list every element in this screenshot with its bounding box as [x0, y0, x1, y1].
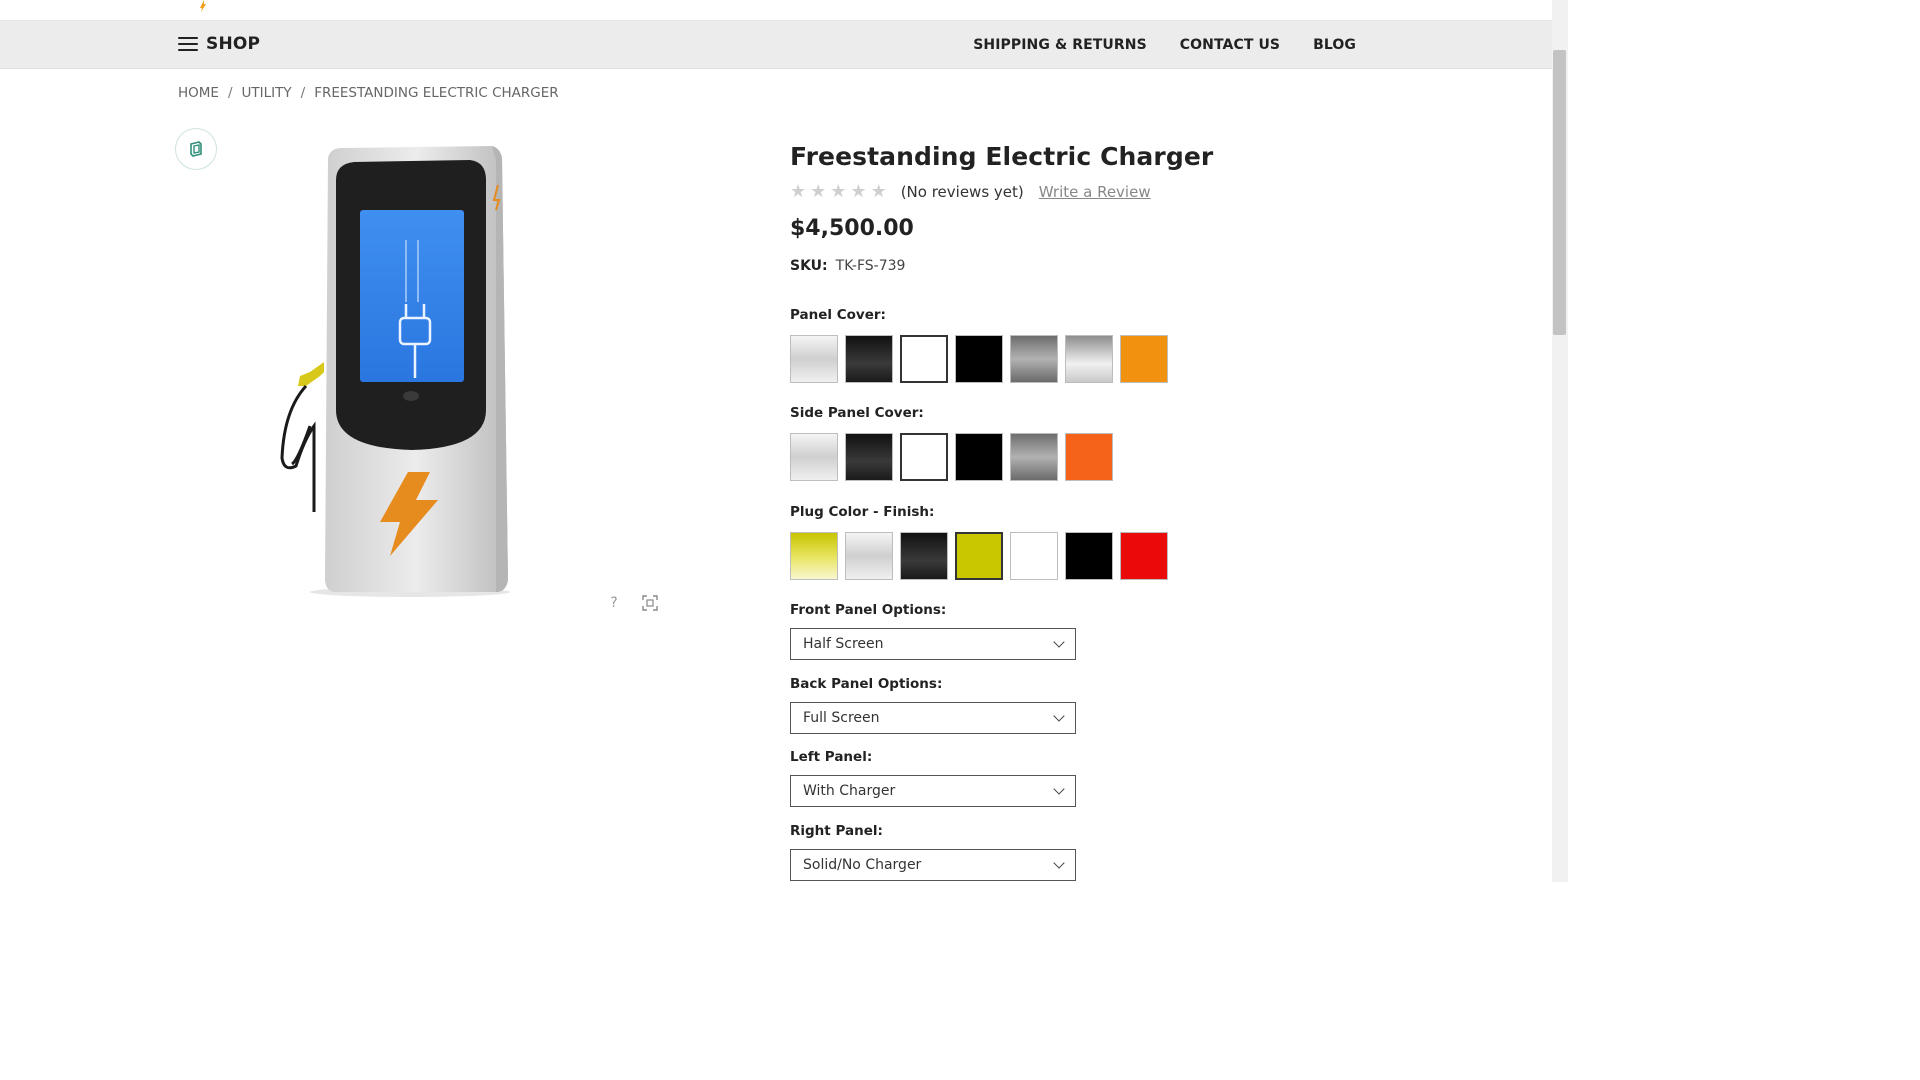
back-panel-select[interactable]: Full Screen	[790, 702, 1076, 734]
swatch-orange[interactable]	[1120, 335, 1168, 383]
back-panel-value: Full Screen	[803, 710, 880, 726]
left-panel-label: Left Panel:	[790, 749, 873, 765]
right-panel-label: Right Panel:	[790, 823, 883, 839]
swatch-black[interactable]	[1065, 532, 1113, 580]
swatch-red[interactable]	[1120, 532, 1168, 580]
star-icon: ★	[790, 181, 807, 202]
swatch-black[interactable]	[955, 335, 1003, 383]
rating-row: ★ ★ ★ ★ ★ (No reviews yet) Write a Revie…	[790, 181, 1290, 203]
front-panel-option: Front Panel Options: Half Screen	[790, 602, 1076, 660]
rating-stars: ★ ★ ★ ★ ★	[790, 183, 887, 201]
expand-icon	[642, 595, 658, 611]
swatch-gunmetal[interactable]	[1010, 433, 1058, 481]
swatch-gunmetal[interactable]	[1010, 335, 1058, 383]
side-panel-cover-label: Side Panel Cover:	[790, 405, 924, 421]
left-panel-value: With Charger	[803, 783, 896, 799]
left-panel-option: Left Panel: With Charger	[790, 749, 1076, 807]
breadcrumb-home[interactable]: HOME	[178, 85, 219, 101]
swatch-black[interactable]	[955, 433, 1003, 481]
breadcrumb-utility[interactable]: UTILITY	[242, 85, 292, 101]
hamburger-icon	[178, 37, 198, 51]
swatch-white[interactable]	[1010, 532, 1058, 580]
sku-label: SKU:	[790, 258, 828, 274]
swatch-white[interactable]	[900, 433, 948, 481]
breadcrumb-separator: /	[227, 85, 233, 101]
logo-lightning-icon[interactable]	[198, 0, 208, 12]
left-panel-select[interactable]: With Charger	[790, 775, 1076, 807]
swatch-yellow[interactable]	[955, 532, 1003, 580]
help-icon[interactable]: ?	[605, 594, 623, 612]
image-tools: ?	[605, 594, 659, 612]
fullscreen-icon[interactable]	[641, 594, 659, 612]
panel-cover-label: Panel Cover:	[790, 307, 886, 323]
swatch-orange-red[interactable]	[1065, 433, 1113, 481]
panel-cover-option: Panel Cover:	[790, 307, 1168, 383]
plug-color-label: Plug Color - Finish:	[790, 504, 935, 520]
breadcrumb: HOME / UTILITY / FREESTANDING ELECTRIC C…	[178, 85, 559, 101]
right-panel-value: Solid/No Charger	[803, 857, 922, 873]
star-icon: ★	[870, 181, 887, 202]
side-panel-cover-option: Side Panel Cover:	[790, 405, 1113, 481]
right-panel-select[interactable]: Solid/No Charger	[790, 849, 1076, 881]
panel-cover-swatches	[790, 335, 1168, 383]
nav-link-contact-us[interactable]: CONTACT US	[1180, 37, 1280, 53]
swatch-white[interactable]	[900, 335, 948, 383]
swatch-chrome[interactable]	[1065, 335, 1113, 383]
scrollbar-thumb[interactable]	[1553, 50, 1566, 335]
cube-icon	[190, 141, 202, 157]
side-panel-cover-swatches	[790, 433, 1113, 481]
reviews-count: (No reviews yet)	[900, 183, 1024, 201]
shop-label: SHOP	[206, 34, 261, 54]
write-review-link[interactable]: Write a Review	[1039, 183, 1151, 201]
front-panel-value: Half Screen	[803, 636, 884, 652]
chevron-down-icon	[1053, 710, 1065, 722]
breadcrumb-current[interactable]: FREESTANDING ELECTRIC CHARGER	[314, 85, 558, 101]
chevron-down-icon	[1053, 857, 1065, 869]
nav-links: SHIPPING & RETURNS CONTACT US BLOG	[973, 37, 1356, 53]
star-icon: ★	[850, 181, 867, 202]
swatch-yellow-gloss[interactable]	[790, 532, 838, 580]
back-panel-label: Back Panel Options:	[790, 676, 943, 692]
product-details: Freestanding Electric Charger ★ ★ ★ ★ ★ …	[790, 140, 1290, 274]
product-image[interactable]	[270, 140, 520, 602]
right-panel-option: Right Panel: Solid/No Charger	[790, 823, 1076, 881]
star-icon: ★	[810, 181, 827, 202]
swatch-black-gloss[interactable]	[845, 433, 893, 481]
plug-color-option: Plug Color - Finish:	[790, 504, 1168, 580]
sku-value: TK-FS-739	[835, 258, 906, 274]
top-header-strip	[0, 0, 1552, 21]
front-panel-label: Front Panel Options:	[790, 602, 947, 618]
swatch-black-gloss[interactable]	[900, 532, 948, 580]
main-navbar: SHOP SHIPPING & RETURNS CONTACT US BLOG	[0, 21, 1552, 69]
nav-link-shipping-returns[interactable]: SHIPPING & RETURNS	[973, 37, 1147, 53]
nav-link-blog[interactable]: BLOG	[1313, 37, 1356, 53]
swatch-silver-gradient[interactable]	[790, 335, 838, 383]
ar-view-badge[interactable]	[175, 128, 217, 170]
sku-row: SKU: TK-FS-739	[790, 258, 1290, 274]
breadcrumb-separator: /	[300, 85, 306, 101]
chevron-down-icon	[1053, 783, 1065, 795]
product-price: $4,500.00	[790, 216, 914, 241]
star-icon: ★	[830, 181, 847, 202]
product-title: Freestanding Electric Charger	[790, 142, 1214, 171]
plug-color-swatches	[790, 532, 1168, 580]
back-panel-option: Back Panel Options: Full Screen	[790, 676, 1076, 734]
swatch-black-gloss[interactable]	[845, 335, 893, 383]
chevron-down-icon	[1053, 636, 1065, 648]
front-panel-select[interactable]: Half Screen	[790, 628, 1076, 660]
shop-menu-button[interactable]: SHOP	[178, 34, 260, 54]
swatch-silver-gradient[interactable]	[845, 532, 893, 580]
swatch-silver-gradient[interactable]	[790, 433, 838, 481]
